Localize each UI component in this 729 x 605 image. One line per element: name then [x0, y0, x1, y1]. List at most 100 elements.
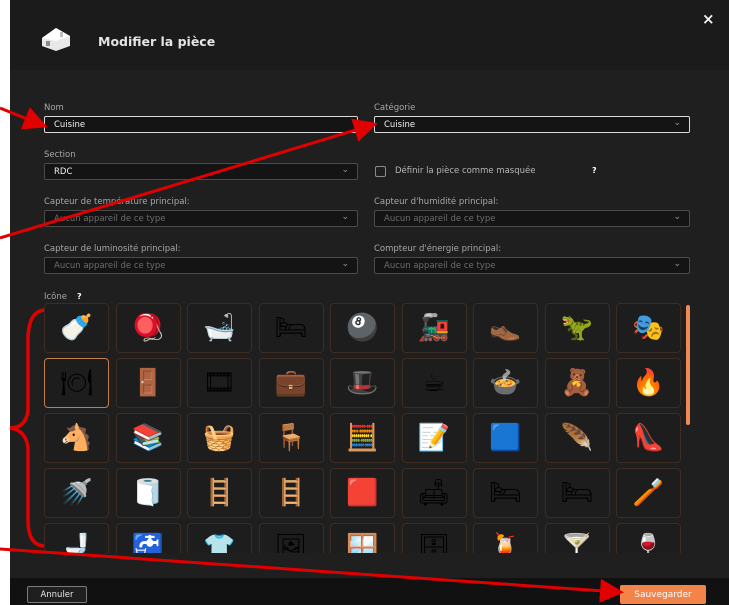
help-icon[interactable]: ? [592, 166, 597, 175]
billiard-ball-icon: 🎱 [346, 313, 379, 343]
humidity-sensor-placeholder: Aucun appareil de ce type [384, 214, 496, 224]
edit-room-dialog: Modifier la pièce × Nom Cuisine Catégori… [10, 0, 729, 605]
energy-meter-label: Compteur d'énergie principal: [374, 244, 502, 254]
icon-tile[interactable]: 🚿 [44, 468, 109, 518]
icon-tile[interactable]: 🧺 [187, 413, 252, 463]
icon-tile[interactable]: 🚪 [115, 358, 181, 408]
icon-tile[interactable]: 🍲 [473, 358, 538, 408]
shoes-icon: 👞 [489, 313, 522, 343]
icon-tile[interactable]: 🪜 [187, 468, 252, 518]
icon-tile[interactable]: 🧻 [115, 468, 181, 518]
icon-tile[interactable]: 💼 [258, 358, 324, 408]
dialog-header: Modifier la pièce [10, 0, 729, 70]
save-button[interactable]: Sauvegarder [620, 585, 706, 604]
icon-grid-scrollbar[interactable] [686, 305, 690, 425]
icon-tile[interactable]: 🛏 [473, 468, 538, 518]
icon-tile[interactable]: 🧮 [330, 413, 395, 463]
icon-tile[interactable]: ☕ [401, 358, 467, 408]
books-icon: 📚 [131, 423, 165, 453]
quill-icon: 🪶 [560, 423, 594, 453]
cooking-pot-icon: 🍲 [489, 368, 522, 398]
staircase-icon: 🪜 [274, 478, 308, 508]
spinning-top-icon: 🪀 [131, 313, 165, 343]
cushion-icon: 🟦 [489, 423, 522, 453]
icon-tile[interactable]: 🎞 [187, 358, 252, 408]
hidden-room-label: Définir la pièce comme masquée [395, 166, 536, 176]
fireplace-icon: 🔥 [632, 368, 665, 398]
icon-tile[interactable]: 🪶 [544, 413, 610, 463]
icon-tile[interactable]: 🛋 [401, 468, 467, 518]
icon-tile[interactable]: 🍽 [44, 358, 109, 408]
sink-icon: 🚰 [131, 533, 165, 553]
sofa-icon: 🛋 [417, 478, 451, 508]
icon-tile[interactable]: 🛁 [187, 303, 252, 353]
name-value: Cuisine [54, 120, 86, 130]
category-select[interactable]: Cuisine ⌄ [374, 116, 690, 133]
icon-tile[interactable]: 🧸 [544, 358, 610, 408]
icon-tile[interactable]: 🎭 [616, 303, 681, 353]
hidden-room-checkbox[interactable] [375, 166, 386, 177]
icon-tile[interactable]: 🚰 [115, 523, 181, 553]
icon-tile[interactable]: 👕 [187, 523, 252, 553]
name-input[interactable]: Cuisine [44, 116, 358, 133]
icon-tile[interactable]: 👠 [616, 413, 681, 463]
icon-tile[interactable]: 👞 [473, 303, 538, 353]
dialog-title: Modifier la pièce [98, 34, 216, 49]
humidity-sensor-label: Capteur d'humidité principal: [374, 197, 499, 207]
icon-tile[interactable]: 🔥 [616, 358, 681, 408]
temperature-sensor-select[interactable]: Aucun appareil de ce type ⌄ [44, 210, 358, 227]
icon-tile[interactable]: 🦖 [544, 303, 610, 353]
icon-tile[interactable]: 🖼 [258, 523, 324, 553]
icon-tile[interactable]: 🎩 [330, 358, 395, 408]
bathtub-icon: 🛁 [203, 313, 236, 343]
calculator-icon: 🧮 [346, 423, 379, 453]
temperature-sensor-placeholder: Aucun appareil de ce type [54, 214, 166, 224]
humidity-sensor-select[interactable]: Aucun appareil de ce type ⌄ [374, 210, 690, 227]
icon-tile[interactable]: 📝 [401, 413, 467, 463]
chevron-down-icon: ⌄ [673, 259, 681, 269]
theater-icon: 🎭 [632, 313, 665, 343]
icon-tile[interactable]: 🍹 [473, 523, 538, 553]
section-label: Section [44, 150, 76, 160]
category-label: Catégorie [374, 103, 416, 113]
energy-meter-select[interactable]: Aucun appareil de ce type ⌄ [374, 257, 690, 274]
icon-tile[interactable]: 🍼 [44, 303, 109, 353]
plate-icon: 🍽 [59, 368, 93, 398]
top-hat-icon: 🎩 [346, 368, 379, 398]
luminosity-sensor-select[interactable]: Aucun appareil de ce type ⌄ [44, 257, 358, 274]
icon-tile[interactable]: 🎱 [330, 303, 395, 353]
close-icon[interactable]: × [702, 10, 715, 28]
section-select[interactable]: RDC ⌄ [44, 163, 358, 180]
cocktail-icon: 🍹 [489, 533, 522, 553]
icon-tile[interactable]: 🍸 [544, 523, 610, 553]
icon-tile[interactable]: 🗄 [401, 523, 467, 553]
name-label: Nom [44, 103, 64, 113]
easel-icon: 🖼 [274, 533, 308, 553]
table-icon: 🪟 [346, 533, 379, 553]
icon-tile[interactable]: 🪥 [616, 468, 681, 518]
armchair-icon: 🪑 [274, 423, 308, 453]
icon-tile[interactable]: 🪜 [258, 468, 324, 518]
icon-tile[interactable]: 🍷 [616, 523, 681, 553]
icon-tile[interactable]: 🪀 [115, 303, 181, 353]
icon-tile[interactable]: 📚 [115, 413, 181, 463]
icon-tile[interactable]: 🐴 [44, 413, 109, 463]
icon-tile[interactable]: 🛏 [258, 303, 324, 353]
cancel-button[interactable]: Annuler [27, 586, 87, 603]
icon-tile[interactable]: 🚽 [44, 523, 109, 553]
icon-tile[interactable]: 🪑 [258, 413, 324, 463]
help-icon[interactable]: ? [77, 292, 82, 301]
red-stairs-icon: 🟥 [346, 478, 379, 508]
icon-tile[interactable]: 🟦 [473, 413, 538, 463]
wardrobe-rack-icon: 👕 [203, 533, 236, 553]
icon-tile[interactable]: 🛏 [544, 468, 610, 518]
chevron-down-icon: ⌄ [341, 165, 349, 175]
icon-grid: 🍼 🪀 🛁 🛏 🎱 🚂 👞 🦖 🎭 🍽 🚪 🎞 💼 🎩 ☕ 🍲 🧸 🔥 🐴 📚 🧺 🪑 🧮 📝 🟦 🪶 👠 🚿 🧻 🪜 🪜 🟥 🛋 🛏 🛏 🪥 🚽 🚰 👕 🖼… [44, 303, 684, 553]
toothbrush-cup-icon: 🪥 [632, 478, 665, 508]
icon-tile[interactable]: 🪟 [330, 523, 395, 553]
energy-meter-placeholder: Aucun appareil de ce type [384, 261, 496, 271]
shower-icon: 🚿 [60, 478, 93, 508]
wine-rack-icon: 🍷 [632, 533, 665, 553]
icon-tile[interactable]: 🟥 [330, 468, 395, 518]
icon-tile[interactable]: 🚂 [401, 303, 467, 353]
